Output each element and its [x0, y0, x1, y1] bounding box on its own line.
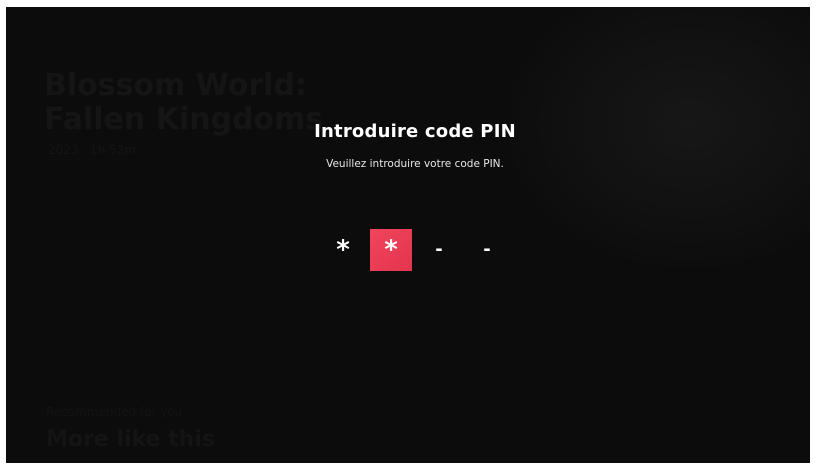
pin-digit-4[interactable]: -: [466, 229, 508, 271]
pin-entry[interactable]: * * - -: [322, 229, 508, 272]
background-row-label: Recommended for you: [46, 405, 183, 419]
pin-digit-1[interactable]: *: [322, 229, 364, 271]
background-row-title: More like this: [46, 427, 215, 452]
pin-digit-2-active[interactable]: *: [370, 229, 412, 271]
background-content-meta: 2023 · 1h 52m: [48, 143, 136, 157]
pin-dialog-title: Introduire code PIN: [314, 121, 516, 142]
pin-digit-3[interactable]: -: [418, 229, 460, 271]
pin-dialog-subtitle: Veuillez introduire votre code PIN.: [326, 158, 504, 170]
